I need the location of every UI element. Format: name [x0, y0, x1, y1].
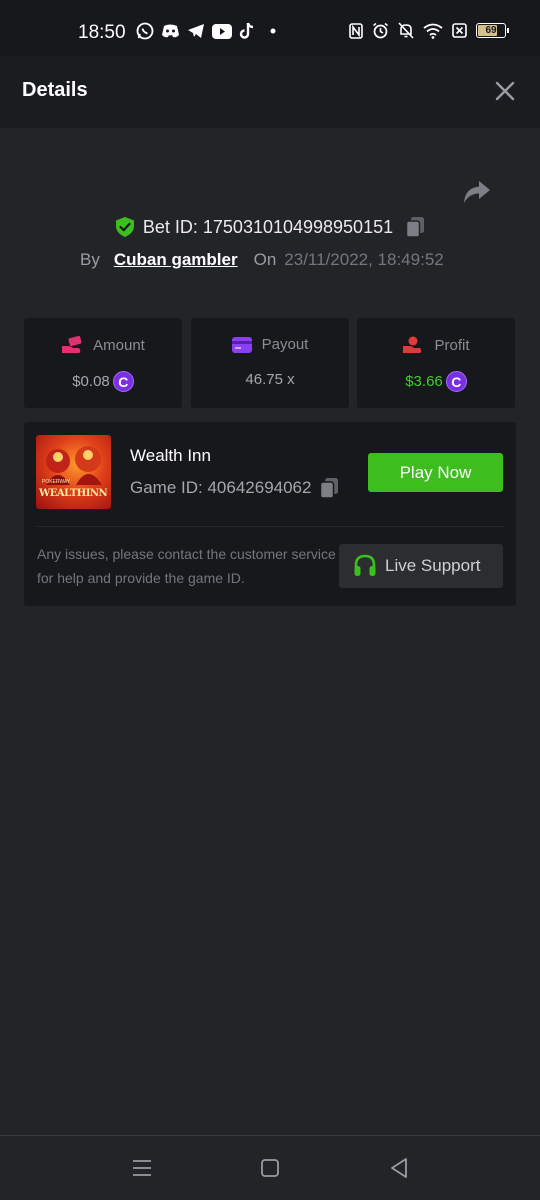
game-card: POKERWAY WEALTHINN Wealth Inn Game ID: 4…: [24, 422, 516, 606]
play-now-button[interactable]: Play Now: [368, 453, 503, 492]
payout-card: Payout 46.75 x: [191, 318, 349, 408]
thumbnail-title: WEALTHINN: [39, 488, 108, 499]
sim-off-icon: [452, 23, 467, 38]
discord-icon: [162, 24, 179, 38]
bet-meta: By Cuban gambler On 23/11/2022, 18:49:52: [80, 250, 444, 270]
bet-date: 23/11/2022, 18:49:52: [284, 250, 444, 269]
game-id: Game ID: 40642694062: [130, 478, 312, 497]
tiktok-icon: [239, 22, 254, 39]
amount-value: $0.08: [72, 373, 110, 390]
live-support-button[interactable]: Live Support: [339, 544, 503, 588]
payout-value: 46.75 x: [245, 371, 295, 388]
alarm-icon: [373, 22, 388, 39]
amount-card: Amount $0.08 C: [24, 318, 182, 408]
amount-label: Amount: [93, 336, 145, 354]
share-icon[interactable]: [462, 178, 492, 206]
coin-icon: C: [112, 371, 134, 392]
profit-value: $3.66: [405, 373, 443, 390]
mute-icon: [398, 22, 414, 39]
notification-icons: [136, 22, 280, 40]
nfc-icon: [349, 22, 363, 39]
close-icon[interactable]: [494, 80, 516, 102]
whatsapp-icon: [136, 22, 154, 40]
home-icon[interactable]: [258, 1156, 282, 1180]
on-label: On: [253, 250, 277, 269]
more-notifications-icon: [270, 28, 276, 34]
support-info-text: Any issues, please contact the customer …: [37, 546, 336, 586]
verified-shield-icon: [115, 217, 134, 237]
battery-icon: 69: [476, 23, 509, 38]
live-support-label: Live Support: [385, 556, 481, 575]
telegram-icon: [188, 24, 204, 38]
menu-icon[interactable]: [130, 1156, 154, 1180]
copy-bet-id-icon[interactable]: [405, 216, 425, 238]
payout-label: Payout: [261, 336, 309, 353]
coin-icon: C: [445, 371, 467, 392]
bet-id-row: Bet ID: 1750310104998950151: [0, 216, 540, 238]
status-time: 18:50: [78, 22, 126, 43]
battery-level: 69: [485, 25, 497, 36]
copy-game-id-icon[interactable]: [319, 477, 339, 499]
card-icon: [231, 336, 252, 353]
game-name: Wealth Inn: [130, 446, 211, 465]
wifi-icon: [423, 23, 443, 39]
user-name-link[interactable]: Cuban gambler: [114, 250, 238, 270]
divider: [36, 526, 504, 527]
profit-card: Profit $3.66 C: [357, 318, 515, 408]
system-icons: 69: [349, 22, 509, 39]
by-label: By: [80, 250, 100, 269]
money-hand-icon: [62, 336, 82, 353]
back-icon[interactable]: [387, 1156, 411, 1180]
game-thumbnail[interactable]: POKERWAY WEALTHINN: [36, 435, 111, 509]
system-nav-bar: [0, 1135, 540, 1200]
bet-id: Bet ID: 1750310104998950151: [142, 216, 394, 237]
headset-icon: [354, 554, 376, 576]
profit-label: Profit: [434, 336, 470, 354]
thumbnail-brand: POKERWAY: [42, 479, 71, 485]
profit-hand-icon: [403, 336, 422, 353]
status-bar: 18:50 69: [0, 0, 540, 56]
youtube-icon: [212, 23, 232, 39]
details-header: Details: [0, 56, 540, 128]
page-title: Details: [22, 79, 88, 101]
